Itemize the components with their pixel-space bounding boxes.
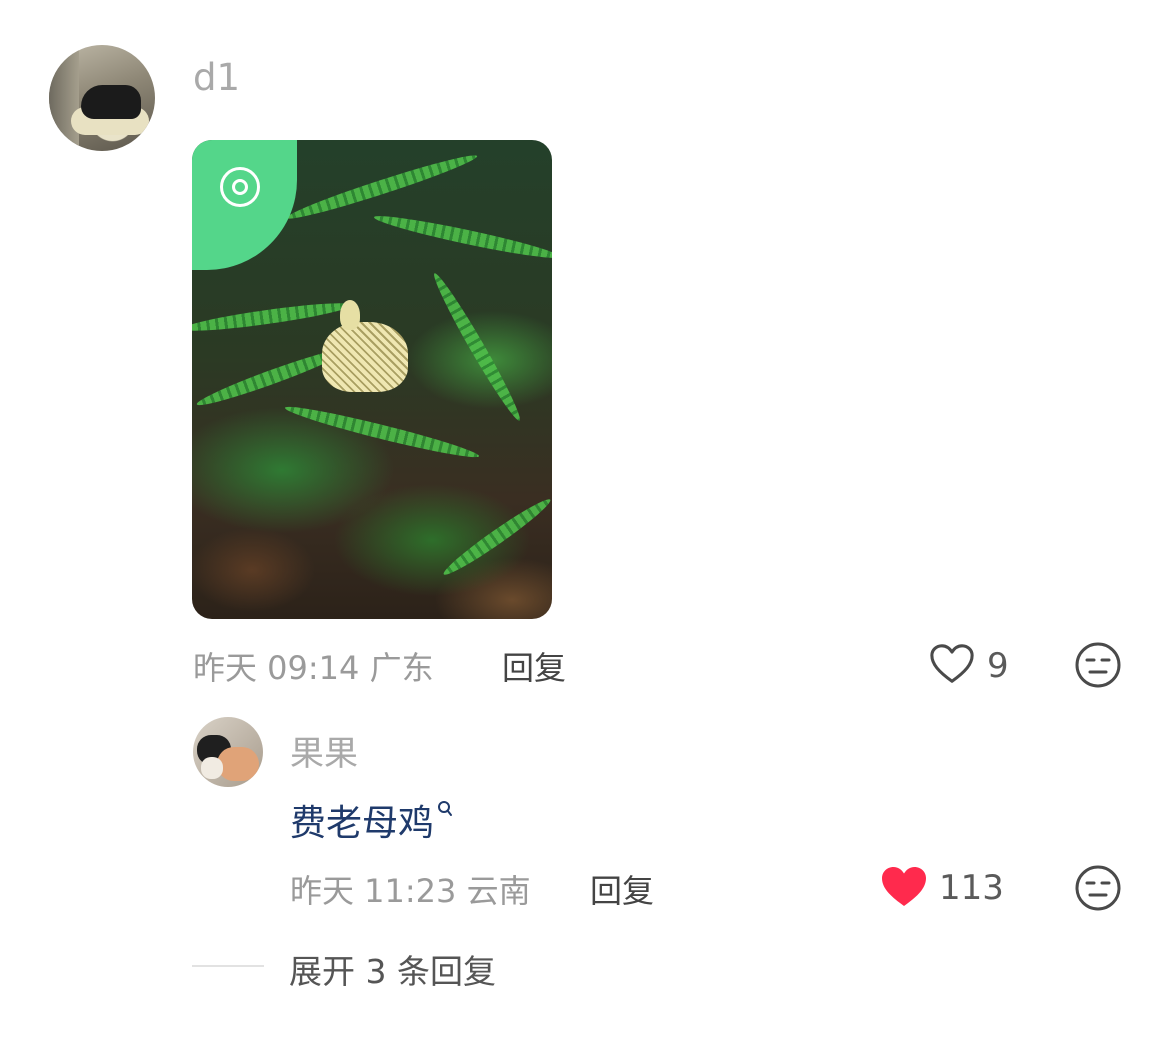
expand-replies-button[interactable]: 展开 3 条回复 [289, 945, 496, 993]
avatar-cat-white [201, 757, 223, 779]
commenter-avatar[interactable] [49, 45, 155, 151]
mushroom [322, 322, 408, 392]
avatar-background [49, 45, 79, 151]
reply-like-count: 113 [939, 868, 1004, 908]
reply-avatar[interactable] [193, 717, 263, 787]
fern-frond [372, 210, 552, 264]
reply-date: 昨天 11:23 云南 [290, 872, 531, 910]
commenter-username[interactable]: d1 [193, 56, 240, 99]
mushroom-cap [340, 300, 360, 330]
fern-frond [439, 493, 552, 581]
reply-username[interactable]: 果果 [290, 726, 358, 775]
fern-frond [284, 149, 480, 225]
meh-face-icon[interactable] [1074, 641, 1122, 689]
expand-divider [192, 965, 264, 967]
location-dot-icon [232, 179, 248, 195]
heart-filled-icon[interactable] [880, 864, 928, 910]
reply-reply-button[interactable]: 回复 [590, 866, 654, 912]
comment-like-count: 9 [987, 646, 1009, 686]
reply-content[interactable]: 费老母鸡 [290, 803, 434, 844]
fern-frond [428, 269, 526, 425]
heart-outline-icon[interactable] [929, 642, 975, 686]
meh-face-icon[interactable] [1074, 864, 1122, 912]
fern-frond [192, 298, 353, 336]
comment-photo[interactable] [192, 140, 552, 619]
avatar-cat [81, 85, 141, 119]
search-icon[interactable] [437, 800, 453, 818]
comment-reply-button[interactable]: 回复 [502, 643, 566, 689]
reply-text: 费老母鸡 [290, 794, 453, 846]
comment-date: 昨天 09:14 广东 [193, 649, 434, 687]
fern-frond [283, 401, 481, 463]
avatar-cat-orange [217, 747, 259, 781]
